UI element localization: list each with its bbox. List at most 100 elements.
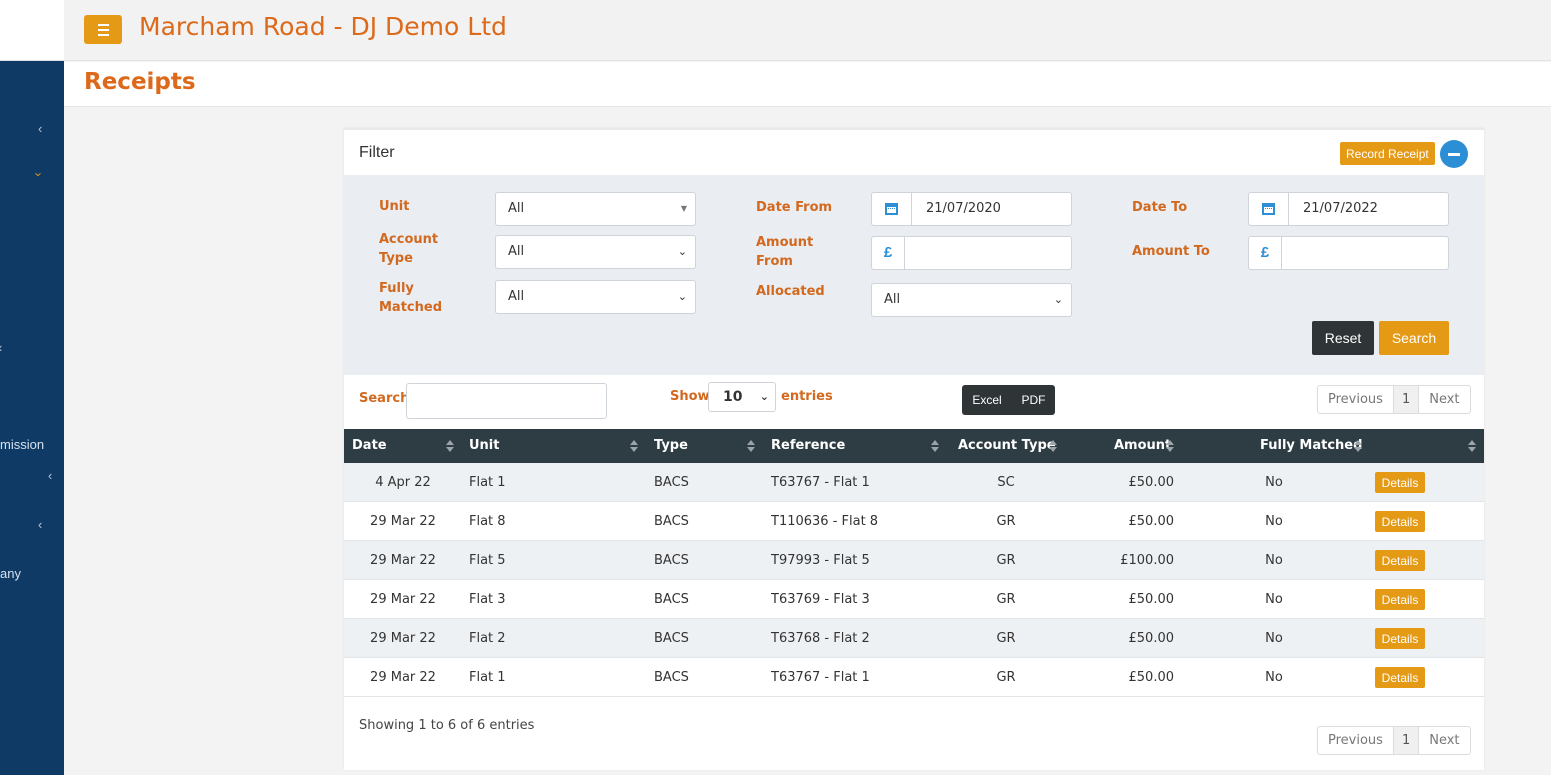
chevron-down-icon: ⌄ [677,290,687,303]
excel-export-button[interactable]: Excel [962,385,1012,415]
cell-date: 29 Mar 22 [370,514,436,529]
unit-select[interactable]: All ▼ [495,192,696,226]
next-page-button[interactable]: Next [1419,727,1469,754]
filter-header: Filter Record Receipt [344,128,1484,175]
pdf-export-button[interactable]: PDF [1012,385,1055,415]
chevron-left-icon[interactable]: ‹ [48,468,52,483]
reset-button[interactable]: Reset [1312,321,1374,355]
details-button[interactable]: Details [1375,589,1425,610]
sidebar: ‹ ‹ ‹ mission ‹ ‹ any [0,0,64,775]
receipts-table: Date Unit Type Reference Account Type Am… [344,429,1484,697]
cell-date: 29 Mar 22 [370,553,436,568]
chevron-left-icon[interactable]: ‹ [0,340,2,355]
cell-date: 29 Mar 22 [370,592,436,607]
cell-reference: T63768 - Flat 2 [771,631,870,646]
fully-matched-label: Fully Matched [379,279,442,317]
entries-length-select[interactable]: 10 ⌄ [708,382,776,412]
menu-toggle-button[interactable] [84,15,122,44]
details-button[interactable]: Details [1375,472,1425,493]
amount-from-label: Amount From [756,233,813,271]
logo-area [0,0,64,61]
cell-fully-matched: No [1265,514,1283,529]
pound-icon: £ [1249,237,1282,269]
dropdown-caret-icon: ▼ [680,204,687,213]
column-header-unit[interactable]: Unit [469,429,499,463]
cell-reference: T63767 - Flat 1 [771,475,870,490]
cell-amount: £50.00 [1128,514,1175,529]
chevron-down-icon[interactable]: ‹ [30,172,45,176]
amount-from-label-line: From [756,254,793,269]
date-from-field[interactable]: 21/07/2020 [871,192,1072,226]
hamburger-icon [97,23,109,26]
page-1-button[interactable]: 1 [1393,386,1420,413]
cell-reference: T63767 - Flat 1 [771,670,870,685]
table-row: 4 Apr 22 Flat 1 BACS T63767 - Flat 1 SC … [344,463,1484,502]
cell-fully-matched: No [1265,475,1283,490]
details-button[interactable]: Details [1375,511,1425,532]
page-header: Receipts [64,62,1551,107]
column-header-type[interactable]: Type [654,429,688,463]
calendar-icon[interactable] [872,193,912,225]
unit-label: Unit [379,199,410,214]
cell-account-type: GR [996,670,1016,685]
cell-account-type: GR [996,514,1016,529]
record-receipt-button[interactable]: Record Receipt [1340,142,1435,165]
fully-matched-label-line: Fully [379,281,414,296]
amount-from-label-line: Amount [756,235,814,250]
collapse-filter-icon[interactable] [1440,140,1468,168]
receipts-card: Filter Record Receipt Unit All ▼ Account… [344,128,1484,770]
fully-matched-select[interactable]: All ⌄ [495,280,696,314]
cell-amount: £50.00 [1128,592,1175,607]
allocated-label: Allocated [756,284,825,299]
details-button[interactable]: Details [1375,667,1425,688]
details-button[interactable]: Details [1375,628,1425,649]
sidebar-item-label[interactable]: any [0,566,21,581]
previous-page-button[interactable]: Previous [1318,386,1394,413]
chevron-left-icon[interactable]: ‹ [38,517,42,532]
column-header-fully-matched[interactable]: Fully Matched [1260,429,1362,463]
chevron-down-icon: ⌄ [677,245,687,258]
search-label: Search [359,391,410,406]
cell-type: BACS [654,631,689,646]
page-1-button[interactable]: 1 [1393,727,1420,754]
table-row: 29 Mar 22 Flat 8 BACS T110636 - Flat 8 G… [344,502,1484,541]
date-to-field[interactable]: 21/07/2022 [1248,192,1449,226]
cell-account-type: SC [997,475,1015,490]
cell-amount: £100.00 [1120,553,1174,568]
cell-type: BACS [654,553,689,568]
allocated-select[interactable]: All ⌄ [871,283,1072,317]
amount-from-field[interactable]: £ [871,236,1072,270]
table-row: 29 Mar 22 Flat 1 BACS T63767 - Flat 1 GR… [344,658,1484,697]
account-type-select[interactable]: All ⌄ [495,235,696,269]
pagination-bottom: Previous 1 Next [1317,726,1471,755]
search-button[interactable]: Search [1379,321,1449,355]
hamburger-icon-line [97,33,109,36]
allocated-select-value: All [884,292,901,307]
table-search-input[interactable] [406,383,607,419]
cell-type: BACS [654,670,689,685]
top-header: Marcham Road - DJ Demo Ltd [64,0,1551,61]
previous-page-button[interactable]: Previous [1318,727,1394,754]
column-header-account-type[interactable]: Account Type [958,429,1056,463]
details-button[interactable]: Details [1375,550,1425,571]
column-header-amount[interactable]: Amount [1114,429,1171,463]
fully-matched-label-line: Matched [379,300,443,315]
unit-select-value: All [508,201,525,216]
filter-title: Filter [359,144,395,161]
cell-unit: Flat 3 [469,592,506,607]
page-title: Receipts [84,69,196,95]
chevron-left-icon[interactable]: ‹ [38,121,42,136]
chevron-down-icon: ⌄ [759,390,769,403]
column-header-date[interactable]: Date [352,429,387,463]
account-type-select-value: All [508,244,525,259]
account-type-label: Account Type [379,230,438,268]
calendar-icon[interactable] [1249,193,1289,225]
cell-account-type: GR [996,631,1016,646]
next-page-button[interactable]: Next [1419,386,1469,413]
column-header-reference[interactable]: Reference [771,429,845,463]
amount-to-field[interactable]: £ [1248,236,1449,270]
cell-unit: Flat 2 [469,631,506,646]
sidebar-item-label[interactable]: mission [0,437,44,452]
pagination-top: Previous 1 Next [1317,385,1471,414]
cell-unit: Flat 5 [469,553,506,568]
